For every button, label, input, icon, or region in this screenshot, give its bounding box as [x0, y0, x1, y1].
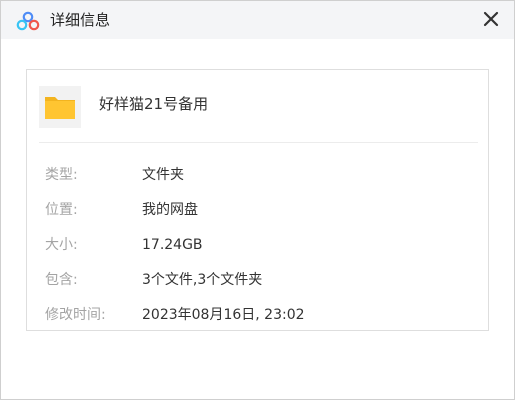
- details-dialog: 详细信息 好样猫21号备用 类型: 文件夹 位置: 我的网盘 大小: 17.24…: [0, 0, 515, 400]
- dialog-title: 详细信息: [50, 11, 111, 29]
- title-bar: 详细信息: [1, 1, 514, 39]
- folder-icon: [45, 97, 75, 119]
- detail-label: 包含:: [45, 272, 78, 288]
- close-icon[interactable]: [478, 6, 504, 32]
- file-name: 好样猫21号备用: [99, 95, 209, 113]
- details-card: 好样猫21号备用 类型: 文件夹 位置: 我的网盘 大小: 17.24GB 包含…: [26, 69, 489, 331]
- file-icon-container: [39, 86, 81, 128]
- app-logo-icon: [16, 11, 40, 31]
- detail-value: 2023年08月16日, 23:02: [142, 307, 305, 323]
- detail-value: 3个文件,3个文件夹: [142, 272, 263, 288]
- detail-value: 我的网盘: [142, 202, 198, 218]
- detail-value: 文件夹: [142, 167, 184, 183]
- detail-label: 类型:: [45, 167, 78, 183]
- detail-label: 修改时间:: [45, 307, 106, 323]
- divider: [39, 142, 478, 143]
- detail-label: 位置:: [45, 202, 78, 218]
- detail-value: 17.24GB: [142, 237, 203, 253]
- detail-label: 大小:: [45, 237, 78, 253]
